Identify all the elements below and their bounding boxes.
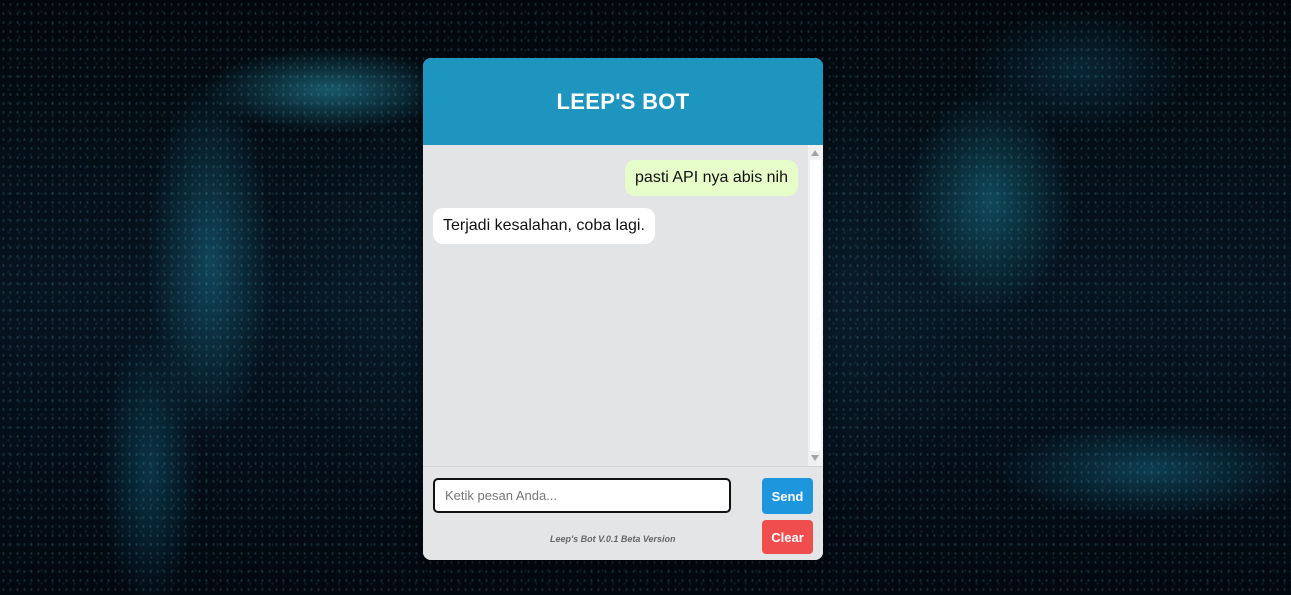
clear-button[interactable]: Clear	[762, 520, 813, 554]
send-button[interactable]: Send	[762, 478, 813, 514]
chat-window: LEEP'S BOT pasti API nya abis nih Terjad…	[423, 58, 823, 560]
bot-message: Terjadi kesalahan, coba lagi.	[433, 208, 655, 244]
chat-title: LEEP'S BOT	[556, 88, 690, 114]
user-message: pasti API nya abis nih	[625, 160, 798, 196]
message-list[interactable]: pasti API nya abis nih Terjadi kesalahan…	[423, 145, 823, 466]
chat-header: LEEP'S BOT	[423, 58, 823, 145]
version-label: Leep's Bot V.0.1 Beta Version	[550, 534, 676, 544]
scroll-down-icon[interactable]	[811, 455, 819, 461]
scrollbar[interactable]	[808, 145, 823, 466]
input-area: Send Leep's Bot V.0.1 Beta Version Clear	[423, 466, 823, 560]
scrollbar-thumb[interactable]	[810, 160, 821, 451]
message-input[interactable]	[433, 478, 731, 513]
scroll-up-icon[interactable]	[811, 150, 819, 156]
